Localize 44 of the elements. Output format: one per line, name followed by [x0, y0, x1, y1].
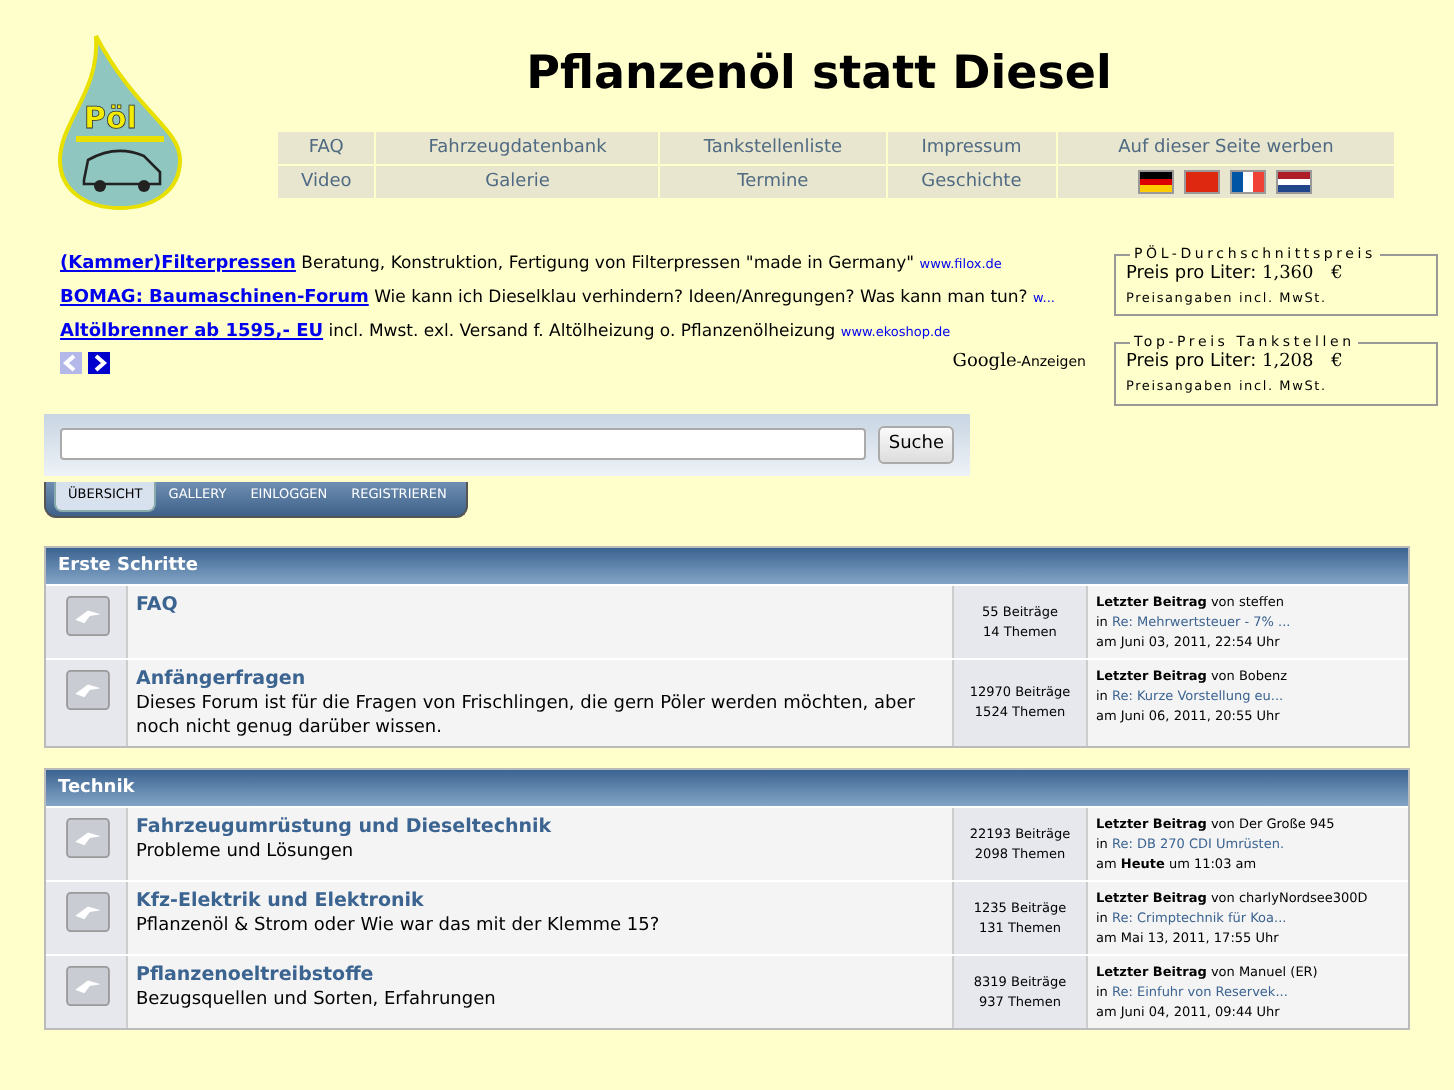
chinese-flag-icon[interactable]	[1184, 169, 1221, 193]
ad-link[interactable]: Altölbrenner ab 1595,- EU	[60, 322, 324, 342]
nav-link[interactable]: Video	[278, 165, 375, 197]
nav-link[interactable]: Geschichte	[887, 165, 1056, 197]
board-description: Pflanzenöl & Strom oder Wie war das mit der Klemme 15?	[136, 913, 662, 938]
board-title[interactable]: Pflanzenoeltreibstoffe	[136, 961, 944, 988]
dutch-flag-icon[interactable]	[1276, 169, 1313, 193]
site-title: Pflanzenöl statt Diesel	[524, 46, 1114, 104]
board-title[interactable]: Fahrzeugumrüstung und Dieseltechnik	[136, 813, 944, 840]
ad-text: Wie kann ich Dieselklau verhindern? Ideen/Anregungen? Was kann man tun?	[374, 288, 1028, 308]
board-icon	[66, 965, 110, 1006]
price-value: 1,360	[1261, 264, 1314, 284]
french-flag-icon[interactable]	[1230, 169, 1267, 193]
ad-link[interactable]: (Kammer)Filterpressen	[60, 254, 296, 274]
board-icon	[66, 817, 110, 858]
board-description: Probleme und Lösungen	[136, 839, 356, 864]
search-field[interactable]	[60, 428, 867, 461]
nav-link[interactable]: Termine	[660, 165, 886, 197]
search-button[interactable]: Suche	[878, 425, 954, 464]
german-flag-icon[interactable]	[1138, 169, 1175, 193]
ad-text: incl. Mwst. exl. Versand f. Altölheizung o. Pflanzenölheizung	[328, 322, 836, 342]
nav-link[interactable]: Galerie	[376, 165, 659, 197]
ad-link[interactable]: BOMAG: Baumaschinen-Forum	[60, 288, 369, 308]
board-icon	[66, 891, 110, 932]
nav-link[interactable]: FAQ	[278, 131, 375, 163]
board-title[interactable]: Kfz-Elektrik und Elektronik	[136, 887, 944, 914]
currency-symbol: €	[1331, 352, 1343, 373]
category-header[interactable]: Erste Schritte	[46, 547, 1408, 584]
price-value: 1,208	[1261, 352, 1314, 373]
board-icon	[66, 669, 110, 710]
nav-link[interactable]: Tankstellenliste	[660, 131, 886, 163]
ad-text: Beratung, Konstruktion, Fertigung von Filterpressen "made in Germany"	[301, 254, 915, 274]
board-description: Dieses Forum ist für die Fragen von Frischlingen, die gern Pöler werden möchten, aber noch nicht genug darüber wissen.	[136, 691, 917, 740]
board-title[interactable]: Anfängerfragen	[136, 665, 944, 692]
currency-symbol: €	[1331, 264, 1343, 284]
board-icon	[66, 595, 110, 636]
nav-link[interactable]: Fahrzeugdatenbank	[376, 131, 659, 163]
nav-link[interactable]: Auf dieser Seite werben	[1057, 131, 1394, 163]
price-label: Preis pro Liter:	[1126, 264, 1257, 284]
category-header[interactable]: Technik	[46, 769, 1408, 806]
nav-link[interactable]: Impressum	[887, 131, 1056, 163]
next-arrow-icon[interactable]	[88, 352, 110, 375]
board-description: Bezugsquellen und Sorten, Erfahrungen	[136, 987, 498, 1012]
price-label: Preis pro Liter:	[1126, 352, 1257, 373]
